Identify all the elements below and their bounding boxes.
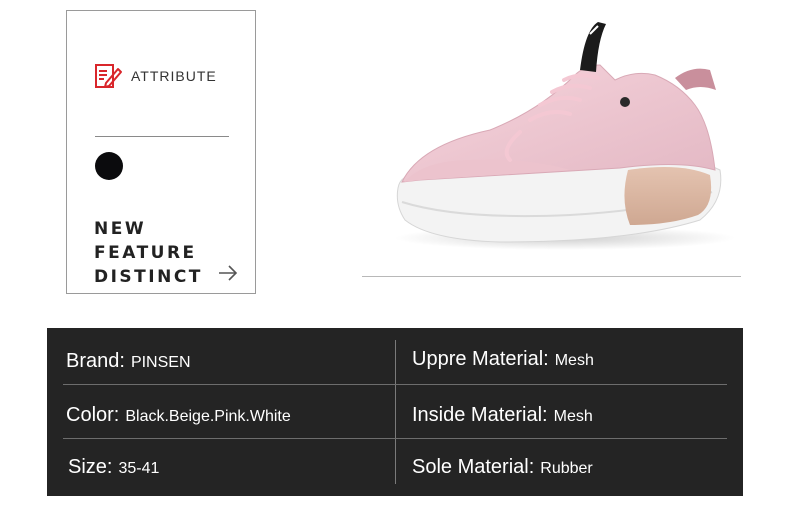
spec-brand-label: Brand: [66, 350, 125, 372]
column-divider [395, 340, 396, 484]
spec-size-label: Size: [68, 456, 113, 478]
spec-brand-value: PINSEN [130, 354, 191, 371]
photo-underline [362, 276, 741, 277]
feature-line-1: NEW [94, 219, 147, 239]
product-image [395, 22, 735, 250]
row-divider [63, 438, 727, 439]
spec-brand: Brand: PINSEN [66, 350, 191, 380]
spec-upper-label: Uppre Material: [412, 348, 549, 370]
arrow-right-icon [219, 265, 238, 281]
spec-upper-value: Mesh [554, 352, 594, 369]
spec-size-value: 35-41 [118, 460, 160, 477]
spec-size: Size: 35-41 [68, 456, 159, 486]
document-edit-icon [95, 64, 122, 88]
divider [95, 136, 229, 137]
color-swatch [95, 152, 123, 180]
row-divider [63, 384, 727, 385]
spec-sole-label: Sole Material: [412, 456, 535, 478]
spec-inside-material: Inside Material: Mesh [412, 404, 593, 434]
feature-text: NEW FEATURE DISTINCT [94, 217, 203, 289]
spec-inside-label: Inside Material: [412, 404, 548, 426]
feature-line-3: DISTINCT [94, 267, 203, 287]
spec-color-label: Color: [66, 404, 120, 426]
spec-color: Color: Black.Beige.Pink.White [66, 404, 291, 434]
attribute-title: ATTRIBUTE [131, 68, 217, 84]
spec-table: Brand: PINSEN Uppre Material: Mesh Color… [47, 328, 743, 496]
spec-sole-material: Sole Material: Rubber [412, 456, 593, 486]
attribute-card: ATTRIBUTE NEW FEATURE DISTINCT [66, 10, 256, 294]
spec-sole-value: Rubber [540, 460, 593, 477]
attribute-header: ATTRIBUTE [93, 61, 217, 91]
spec-color-value: Black.Beige.Pink.White [125, 408, 291, 425]
spec-upper-material: Uppre Material: Mesh [412, 348, 594, 378]
spec-inside-value: Mesh [553, 408, 593, 425]
feature-line-2: FEATURE [94, 243, 197, 263]
